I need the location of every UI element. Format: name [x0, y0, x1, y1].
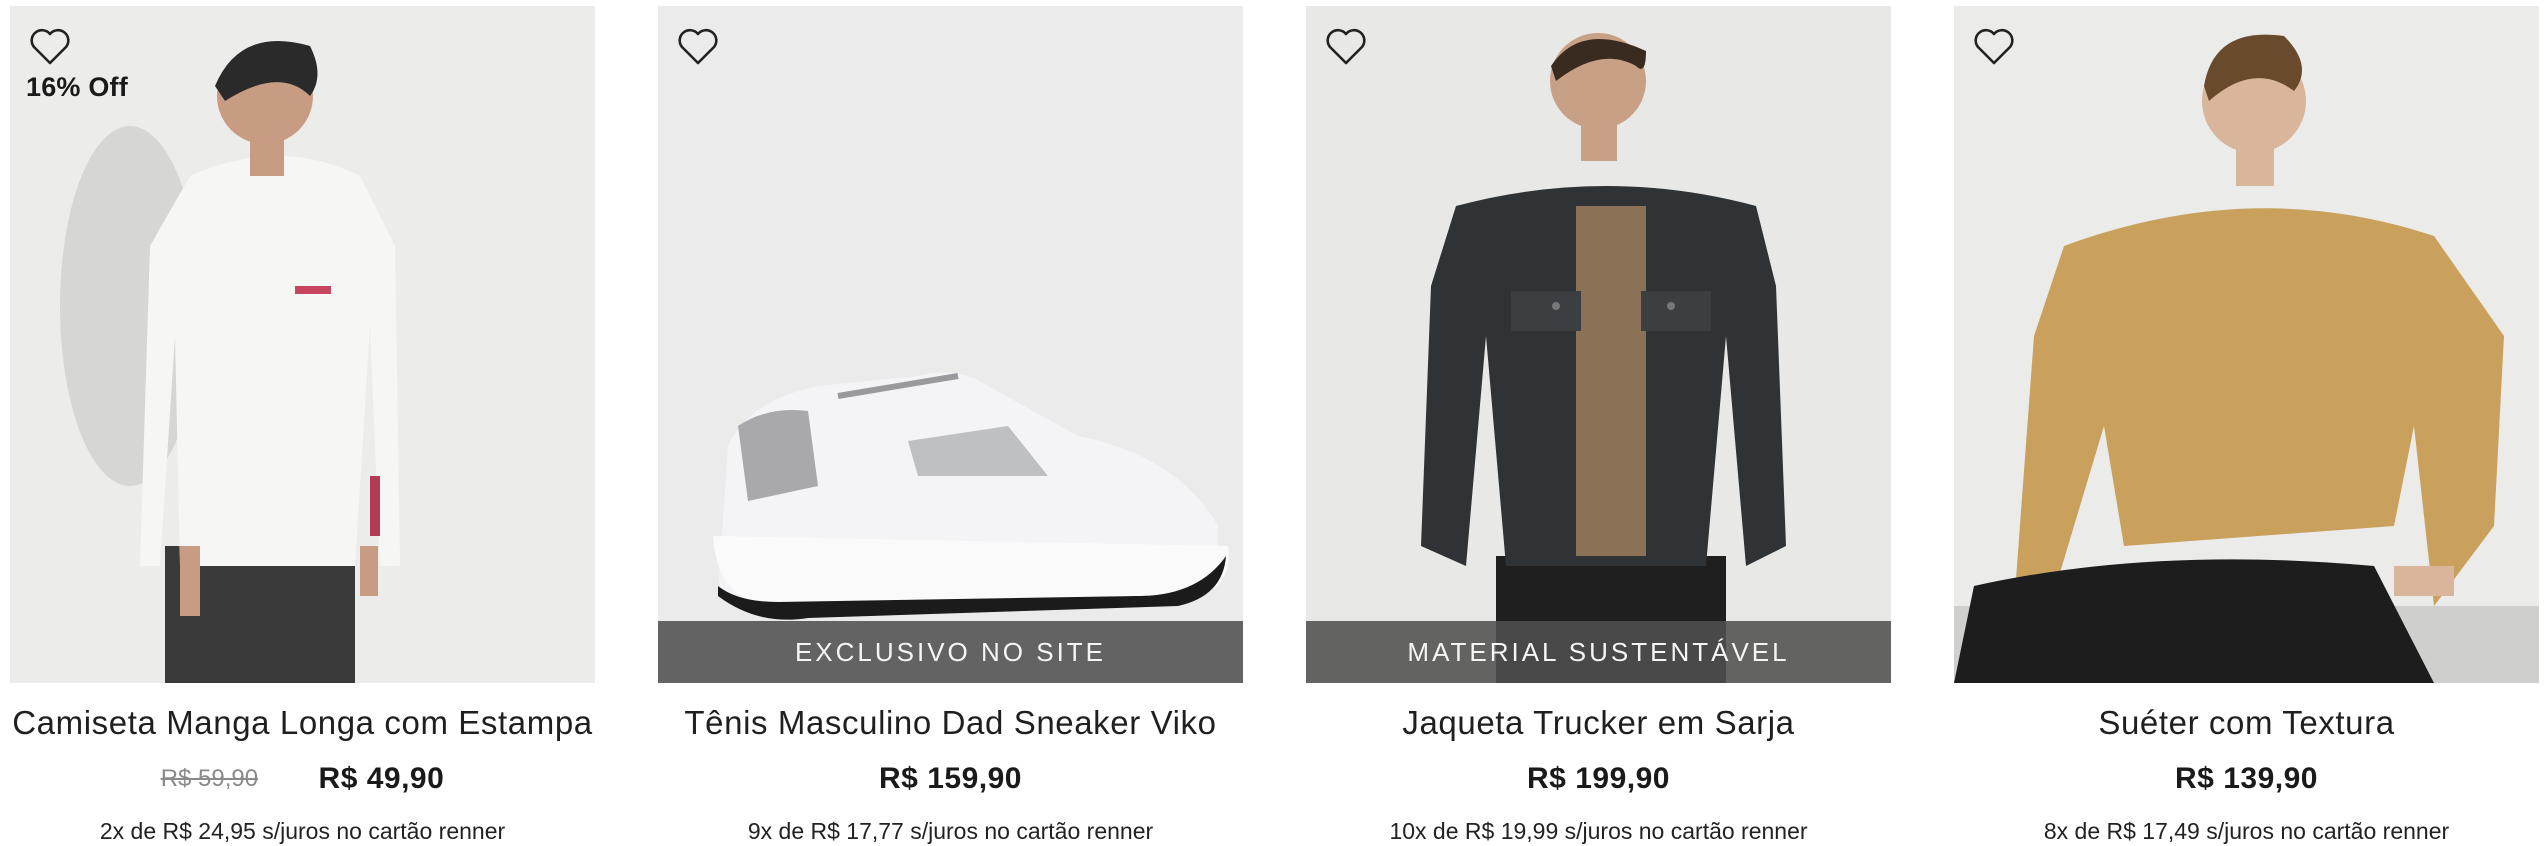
- product-grid: 16% Off Camiseta Manga Longa com Estampa…: [0, 0, 2544, 846]
- favorite-heart-icon[interactable]: [26, 22, 74, 70]
- product-image[interactable]: [1954, 6, 2539, 683]
- product-card[interactable]: MATERIAL SUSTENTÁVEL Jaqueta Trucker em …: [1306, 6, 1891, 846]
- product-info: Jaqueta Trucker em Sarja R$ 199,90 10x d…: [1306, 704, 1891, 845]
- product-photo-trucker-jacket: [1306, 6, 1891, 683]
- installments-text: 2x de R$ 24,95 s/juros no cartão renner: [99, 818, 506, 844]
- product-name[interactable]: Camiseta Manga Longa com Estampa: [10, 704, 595, 742]
- product-info: Suéter com Textura R$ 139,90 8x de R$ 17…: [1954, 704, 2539, 845]
- product-photo-textured-sweater: [1954, 6, 2539, 683]
- old-price: R$ 59,90: [160, 765, 259, 792]
- current-price: R$ 199,90: [1527, 762, 1670, 795]
- product-card[interactable]: EXCLUSIVO NO SITE Tênis Masculino Dad Sn…: [658, 6, 1243, 846]
- ribbon-label: EXCLUSIVO NO SITE: [658, 621, 1243, 683]
- discount-badge: 16% Off: [26, 72, 128, 102]
- product-name[interactable]: Jaqueta Trucker em Sarja: [1306, 704, 1891, 742]
- favorite-heart-icon[interactable]: [1322, 22, 1370, 70]
- product-info: Camiseta Manga Longa com Estampa R$ 59,9…: [10, 704, 595, 845]
- product-image[interactable]: 16% Off: [10, 6, 595, 683]
- favorite-heart-icon[interactable]: [1970, 22, 2018, 70]
- current-price: R$ 159,90: [879, 762, 1022, 795]
- current-price: R$ 139,90: [2175, 762, 2318, 795]
- installments-text: 8x de R$ 17,49 s/juros no cartão renner: [2043, 818, 2450, 844]
- ribbon-label: MATERIAL SUSTENTÁVEL: [1306, 621, 1891, 683]
- installments-text: 9x de R$ 17,77 s/juros no cartão renner: [747, 818, 1154, 844]
- product-name[interactable]: Suéter com Textura: [1954, 704, 2539, 742]
- product-info: Tênis Masculino Dad Sneaker Viko R$ 159,…: [658, 704, 1243, 845]
- price-row: R$ 199,90: [1306, 762, 1891, 802]
- product-photo-sneaker: [658, 6, 1243, 683]
- product-card[interactable]: Suéter com Textura R$ 139,90 8x de R$ 17…: [1954, 6, 2539, 846]
- favorite-heart-icon[interactable]: [674, 22, 722, 70]
- product-photo-long-sleeve-tshirt: [10, 6, 595, 683]
- product-image[interactable]: MATERIAL SUSTENTÁVEL: [1306, 6, 1891, 683]
- price-row: R$ 59,90 R$ 49,90: [10, 762, 595, 802]
- product-name[interactable]: Tênis Masculino Dad Sneaker Viko: [658, 704, 1243, 742]
- product-card[interactable]: 16% Off Camiseta Manga Longa com Estampa…: [10, 6, 595, 846]
- current-price: R$ 49,90: [318, 762, 445, 795]
- price-row: R$ 159,90: [658, 762, 1243, 802]
- product-image[interactable]: EXCLUSIVO NO SITE: [658, 6, 1243, 683]
- installments-text: 10x de R$ 19,99 s/juros no cartão renner: [1389, 818, 1808, 844]
- price-row: R$ 139,90: [1954, 762, 2539, 802]
